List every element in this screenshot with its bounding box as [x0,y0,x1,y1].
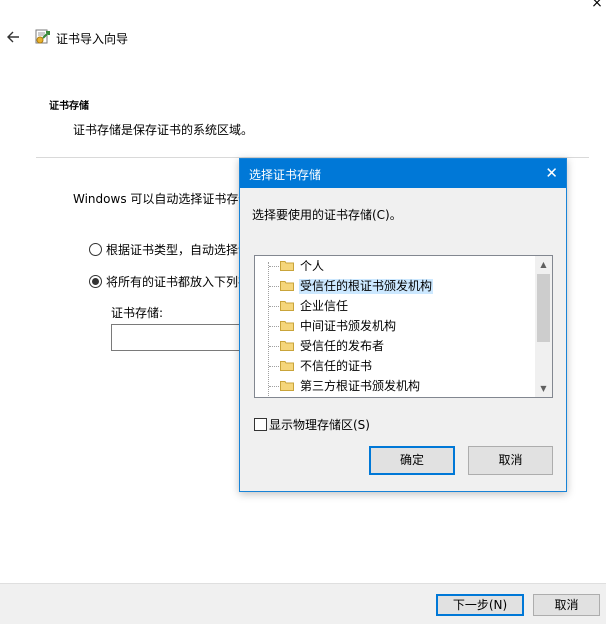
auto-select-description: Windows 可以自动选择证书存储，或者你可以为证书指定一个位置。 [73,192,240,206]
radio-place-in-store[interactable] [89,275,102,288]
window-close-button[interactable]: × [588,0,606,12]
store-item-label: 受信任的根证书颁发机构 [299,279,434,294]
dialog-title: 选择证书存储 [249,168,322,182]
ok-button[interactable]: 确定 [369,446,455,475]
folder-icon [280,341,294,351]
back-arrow-icon[interactable] [6,29,20,45]
section-title: 证书存储 [49,101,89,112]
folder-icon [280,381,294,391]
store-item-trusted-publishers[interactable]: 受信任的发布者 [259,337,529,356]
next-button[interactable]: 下一步(N) [436,594,524,616]
dialog-close-icon[interactable]: ✕ [545,164,558,182]
select-store-dialog: 选择证书存储 ✕ 选择要使用的证书存储(C)。 个人 受信任的根证书颁发机构 企… [239,158,567,492]
store-item-untrusted[interactable]: 不信任的证书 [259,357,529,376]
scroll-down-icon[interactable]: ▼ [535,380,552,397]
store-tree-list[interactable]: 个人 受信任的根证书颁发机构 企业信任 中间证书颁发机构 受信任的发布者 不信任… [254,255,553,398]
show-physical-stores-checkbox[interactable] [254,418,267,431]
store-item-enterprise-trust[interactable]: 企业信任 [259,297,529,316]
radio-auto-select[interactable] [89,243,102,256]
dialog-prompt: 选择要使用的证书存储(C)。 [252,208,402,222]
radio-auto-select-label[interactable]: 根据证书类型，自动选择证书存储(U) [106,241,239,258]
store-item-label: 个人 [300,259,325,273]
scroll-thumb[interactable] [537,274,550,342]
certificate-store-field[interactable] [111,324,239,351]
radio-place-in-store-label[interactable]: 将所有的证书都放入下列存储(P) [106,273,239,290]
store-item-label: 受信任的发布者 [300,339,385,353]
folder-icon [280,361,294,371]
folder-icon [280,321,294,331]
store-item-label: 不信任的证书 [300,359,373,373]
show-physical-stores-label[interactable]: 显示物理存储区(S) [269,416,370,433]
store-item-personal[interactable]: 个人 [259,257,529,276]
folder-icon [280,281,294,291]
section-description: 证书存储是保存证书的系统区域。 [73,123,254,137]
store-item-label: 第三方根证书颁发机构 [300,379,421,393]
scroll-up-icon[interactable]: ▲ [535,256,552,273]
store-item-third-party-root[interactable]: 第三方根证书颁发机构 [259,377,529,396]
wizard-title: 证书导入向导 [56,32,129,46]
certificate-wizard-icon [35,29,50,44]
store-item-label: 企业信任 [300,299,349,313]
store-item-trusted-root[interactable]: 受信任的根证书颁发机构 [259,277,529,296]
folder-icon [280,301,294,311]
certificate-store-label: 证书存储: [111,306,164,320]
list-scrollbar[interactable]: ▲ ▼ [535,256,552,397]
dialog-cancel-button[interactable]: 取消 [468,446,553,475]
dialog-titlebar: 选择证书存储 ✕ [240,159,566,188]
store-item-intermediate-ca[interactable]: 中间证书颁发机构 [259,317,529,336]
folder-icon [280,261,294,271]
wizard-cancel-button[interactable]: 取消 [533,594,600,616]
store-item-label: 中间证书颁发机构 [300,319,397,333]
